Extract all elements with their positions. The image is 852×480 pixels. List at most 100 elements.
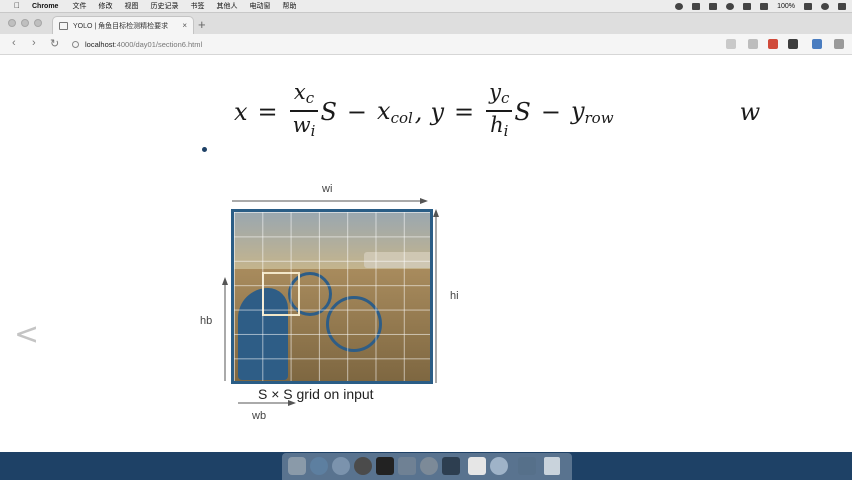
- formula-minus-2: −: [540, 98, 561, 126]
- tab-yolo[interactable]: YOLO | 角鱼目标检测精检要求 ×: [52, 16, 194, 34]
- label-hb: hb: [200, 315, 213, 327]
- formula-yrow: yrow: [571, 97, 614, 127]
- menu-icon[interactable]: [834, 39, 844, 49]
- formula-S-1: S: [320, 98, 337, 126]
- formula-minus-1: −: [346, 98, 368, 126]
- dock-downloads-icon[interactable]: [518, 457, 536, 475]
- dock-finder-icon[interactable]: [288, 457, 306, 475]
- fraction-yc-over-hi: yc hi: [486, 80, 513, 144]
- window-controls: [8, 19, 42, 27]
- forward-button[interactable]: ›: [32, 37, 36, 49]
- formula-sub-row: row: [584, 109, 614, 127]
- formula-w: w: [292, 113, 311, 137]
- arrow-hb: [222, 277, 228, 381]
- menu-window[interactable]: 电动窗: [249, 1, 270, 11]
- formula-S-2: S: [514, 98, 531, 126]
- dock-pycharm-icon[interactable]: [376, 457, 394, 475]
- formula: x = xc wi S − xcol , y = yc hi S − yrow …: [234, 77, 852, 147]
- fraction-den-2: hi: [487, 112, 511, 144]
- image-grid-overlay: [234, 212, 430, 381]
- menu-history[interactable]: 历史记录: [150, 1, 178, 11]
- formula-sub-col: col: [390, 109, 413, 127]
- address-host: localhost: [85, 39, 115, 49]
- zoom-window-button[interactable]: [34, 19, 42, 27]
- formula-x: x: [234, 98, 248, 126]
- address-path: :4000/day01/section6.html: [114, 39, 203, 49]
- dock-launchpad-icon[interactable]: [310, 457, 328, 475]
- extension-dark-icon[interactable]: [788, 39, 798, 49]
- info-icon[interactable]: [72, 40, 79, 48]
- apple-menu-icon[interactable]: : [14, 2, 22, 10]
- list-bullet: [202, 147, 207, 152]
- tab-strip: YOLO | 角鱼目标检测精检要求 × +: [0, 13, 852, 34]
- minimize-window-button[interactable]: [21, 19, 29, 27]
- menu-edit[interactable]: 修改: [98, 1, 112, 11]
- formula-yc: y: [489, 80, 501, 104]
- fraction-num-1: xc: [291, 80, 317, 110]
- battery-icon[interactable]: [804, 2, 812, 10]
- fraction-xc-over-wi: xc wi: [289, 80, 319, 144]
- dock-terminal-icon[interactable]: [442, 457, 460, 475]
- close-window-button[interactable]: [8, 19, 16, 27]
- fraction-den-1: wi: [290, 112, 319, 144]
- label-wi: wi: [322, 183, 333, 195]
- formula-xcol: xcol: [377, 97, 413, 127]
- volume-icon[interactable]: [760, 2, 769, 10]
- arrow-wi: [232, 198, 428, 204]
- formula-sub-c-2: c: [500, 89, 510, 107]
- formula-sub-i: i: [310, 122, 316, 140]
- record-icon[interactable]: [675, 2, 684, 10]
- browser-toolbar: ‹ › ↻ localhost :4000/day01/section6.htm…: [0, 34, 852, 55]
- scissors-icon[interactable]: [692, 2, 701, 10]
- clock-icon[interactable]: [726, 2, 735, 10]
- mac-menubar:  Chrome 文件 修改 视图 历史记录 书签 其他人 电动窗 帮助 100…: [0, 0, 852, 13]
- wifi-icon[interactable]: [743, 2, 752, 10]
- search-icon[interactable]: [821, 2, 829, 10]
- new-tab-button[interactable]: +: [198, 17, 206, 32]
- formula-y: y: [430, 98, 444, 126]
- formula-h: h: [490, 113, 504, 137]
- page-favicon-icon: [59, 21, 68, 30]
- dock-trash-icon[interactable]: [544, 457, 560, 475]
- address-bar[interactable]: localhost :4000/day01/section6.html: [72, 37, 712, 51]
- formula-eq-1: =: [257, 98, 278, 126]
- status-area: 100%: [675, 0, 846, 12]
- label-hi: hi: [450, 290, 459, 302]
- tab-close-icon[interactable]: ×: [182, 21, 187, 30]
- grid-caption: S × S grid on input: [258, 386, 374, 402]
- menu-people[interactable]: 其他人: [216, 1, 237, 11]
- dock-settings-icon[interactable]: [420, 457, 438, 475]
- menu-file[interactable]: 文件: [72, 1, 86, 11]
- dock-preview-icon[interactable]: [398, 457, 416, 475]
- menu-bookmarks[interactable]: 书签: [190, 1, 204, 11]
- menu-help[interactable]: 帮助: [282, 1, 296, 11]
- label-wb: wb: [252, 410, 267, 422]
- slide-page: x = xc wi S − xcol , y = yc hi S − yrow …: [0, 55, 852, 452]
- app-menu-chrome[interactable]: Chrome: [32, 3, 58, 10]
- formula-w-cutoff: w: [739, 98, 761, 126]
- fraction-num-2: yc: [486, 80, 512, 110]
- dock-safari-icon[interactable]: [332, 457, 350, 475]
- bluetooth-icon[interactable]: [709, 2, 718, 10]
- tab-title: YOLO | 角鱼目标检测精检要求: [73, 22, 169, 30]
- dock-clock-icon[interactable]: [490, 457, 508, 475]
- reload-button[interactable]: ↻: [50, 37, 59, 50]
- extension-red-icon[interactable]: [768, 39, 778, 49]
- formula-sub-i-2: i: [503, 122, 509, 140]
- bookmark-star-icon[interactable]: [726, 39, 736, 49]
- back-button[interactable]: ‹: [12, 37, 16, 49]
- battery-percent: 100%: [777, 2, 795, 10]
- formula-sub-c: c: [305, 89, 315, 107]
- dock-chrome-icon[interactable]: [354, 457, 372, 475]
- formula-yrow-y: y: [570, 97, 585, 125]
- formula-comma: ,: [414, 98, 423, 126]
- extension-blue-icon[interactable]: [812, 39, 822, 49]
- formula-xc: x: [293, 80, 306, 104]
- menu-view[interactable]: 视图: [124, 1, 138, 11]
- grid-input-image: [231, 209, 433, 384]
- formula-xcol-x: x: [377, 97, 391, 125]
- list-icon[interactable]: [838, 2, 846, 10]
- previous-slide-button[interactable]: <: [14, 317, 39, 352]
- dock-typora-icon[interactable]: [468, 457, 486, 475]
- cast-icon[interactable]: [748, 39, 758, 49]
